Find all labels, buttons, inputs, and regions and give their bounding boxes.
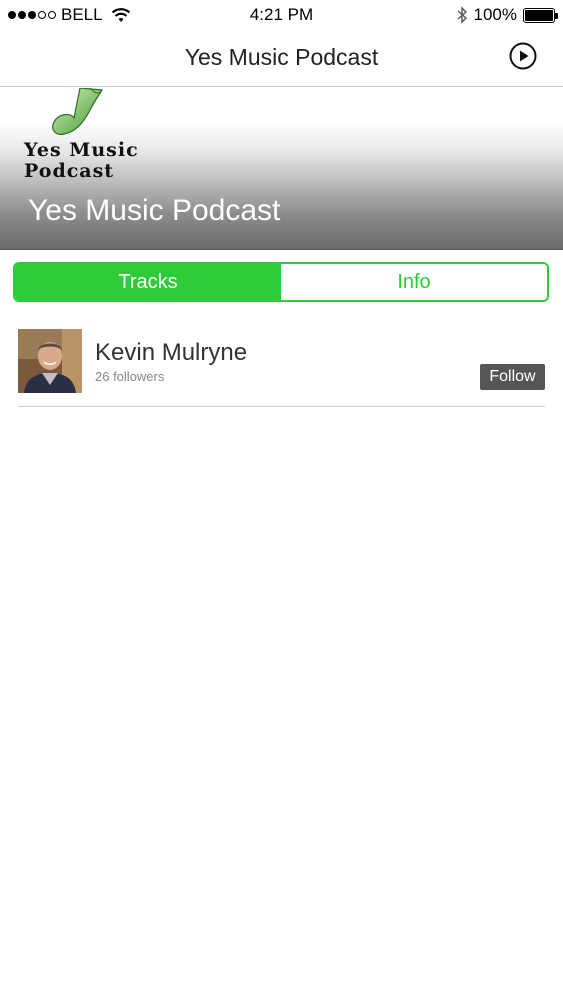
tab-tracks[interactable]: Tracks [15,264,281,300]
nav-title: Yes Music Podcast [184,44,379,70]
play-circle-icon[interactable] [509,42,537,70]
battery-icon [523,7,558,23]
logo-line-1: Yes Music [24,139,139,161]
tabs-segmented-control: Tracks Info [13,262,549,302]
battery-percent: 100% [473,5,517,24]
logo-line-2: Podcast [24,160,115,182]
artist-row[interactable]: Kevin Mulryne 26 followers Follow [18,329,545,407]
artist-followers-count: 26 followers [95,369,165,384]
follow-button[interactable]: Follow [480,364,545,390]
podcast-logo-text: Yes Music Podcast [24,140,139,182]
banner-title: Yes Music Podcast [28,194,281,227]
podcast-banner: Yes Music Podcast Yes Music Podcast [0,88,563,250]
navigation-bar: Yes Music Podcast [0,30,563,87]
tab-info[interactable]: Info [281,264,547,300]
status-bar: BELL 4:21 PM 100% [0,0,563,30]
artist-avatar[interactable] [18,329,82,393]
artist-name[interactable]: Kevin Mulryne [95,339,247,367]
status-right: 100% [456,5,558,25]
bluetooth-icon [457,6,467,24]
app-screen: BELL 4:21 PM 100% Yes Music Podcast Yes … [0,0,563,1000]
